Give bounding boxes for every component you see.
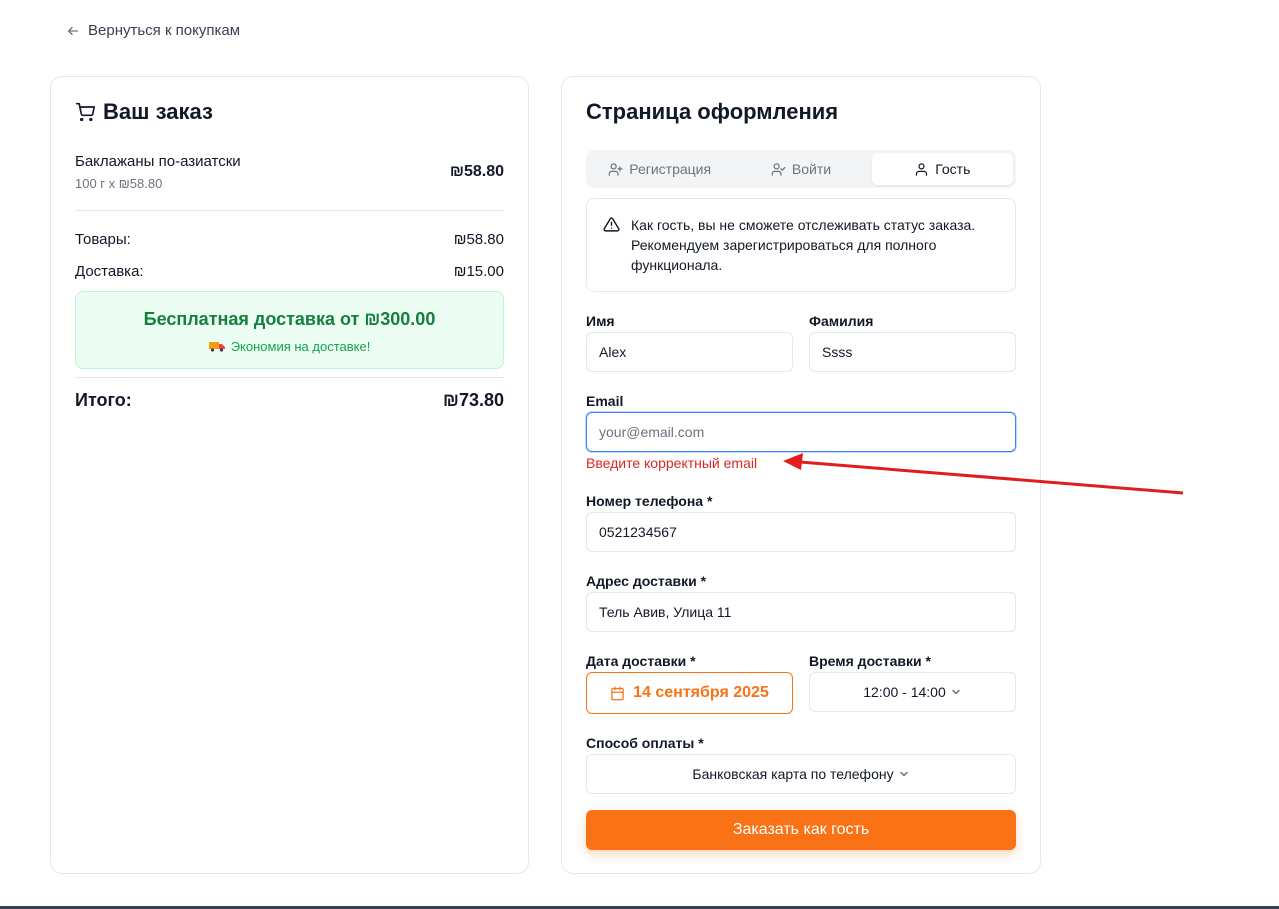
free-delivery-sub-text: Экономия на доставке! xyxy=(230,339,371,354)
tab-login-label: Войти xyxy=(791,161,832,177)
user-plus-icon xyxy=(608,162,623,176)
user-icon xyxy=(916,162,928,176)
email-error: Введите корректный email xyxy=(586,455,758,471)
calendar-icon xyxy=(611,686,624,700)
delivery-date-value: 14 сентября 2025 xyxy=(633,684,769,701)
goods-value: ₪58.80 xyxy=(453,231,504,248)
goods-label: Товары: xyxy=(75,231,131,248)
auth-tabs: Регистрация Войти Гость xyxy=(586,150,1016,188)
email-label: Email xyxy=(586,393,624,409)
delivery-time-label: Время доставки * xyxy=(809,653,931,669)
tab-guest[interactable]: Гость xyxy=(871,153,1013,185)
item-price: ₪58.80 xyxy=(449,163,504,180)
arrow-left-icon xyxy=(67,26,79,35)
divider xyxy=(75,210,504,211)
free-delivery-subtitle: Экономия на доставке! xyxy=(76,339,503,354)
first-name-label: Имя xyxy=(586,313,615,329)
divider xyxy=(75,377,504,378)
tab-register[interactable]: Регистрация xyxy=(589,153,730,185)
delivery-time-select[interactable]: 12:00 - 14:00 xyxy=(809,672,1016,712)
phone-input[interactable] xyxy=(586,512,1016,552)
goods-row: Товары: ₪58.80 xyxy=(75,231,504,248)
guest-notice: Как гость, вы не сможете отслеживать ста… xyxy=(586,198,1016,292)
payment-method-value: Банковская карта по телефону xyxy=(692,766,894,782)
payment-method-select[interactable]: Банковская карта по телефону xyxy=(586,754,1016,794)
order-summary-card: Ваш заказ Баклажаны по-азиатски 100 г x … xyxy=(50,76,529,874)
payment-label: Способ оплаты * xyxy=(586,735,704,751)
order-title: Ваш заказ xyxy=(75,99,213,125)
delivery-time-value: 12:00 - 14:00 xyxy=(863,684,946,700)
total-value: ₪73.80 xyxy=(443,390,504,410)
tab-register-label: Регистрация xyxy=(629,161,712,177)
back-link-label: Вернуться к покупкам xyxy=(88,22,241,39)
warning-icon xyxy=(603,217,620,232)
chevron-down-icon xyxy=(899,771,908,777)
delivery-date-picker[interactable]: 14 сентября 2025 xyxy=(586,672,793,714)
item-quantity: 100 г x ₪58.80 xyxy=(75,176,163,191)
last-name-label: Фамилия xyxy=(809,313,874,329)
back-to-shopping-link[interactable]: Вернуться к покупкам xyxy=(66,22,240,39)
tab-guest-label: Гость xyxy=(935,161,971,177)
total-label: Итого: xyxy=(75,390,132,410)
order-title-text: Ваш заказ xyxy=(103,99,213,124)
tab-login[interactable]: Войти xyxy=(730,153,871,185)
first-name-input[interactable] xyxy=(586,332,793,372)
checkout-card: Страница оформления Регистрация Войти Го… xyxy=(561,76,1041,874)
order-as-guest-button[interactable]: Заказать как гость xyxy=(586,810,1016,850)
truck-icon xyxy=(208,342,225,352)
delivery-label: Доставка: xyxy=(75,263,144,280)
delivery-row: Доставка: ₪15.00 xyxy=(75,263,504,280)
page-title: Страница оформления xyxy=(586,99,839,124)
user-check-icon xyxy=(771,162,786,176)
item-name: Баклажаны по-азиатски xyxy=(75,153,241,170)
total-row: Итого: ₪73.80 xyxy=(75,390,504,411)
chevron-down-icon xyxy=(952,689,960,695)
free-delivery-title: Бесплатная доставка от ₪300.00 xyxy=(143,309,436,329)
phone-label: Номер телефона * xyxy=(586,493,713,509)
cart-icon xyxy=(75,102,95,122)
address-label: Адрес доставки * xyxy=(586,573,707,589)
email-input[interactable] xyxy=(586,412,1016,452)
address-input[interactable] xyxy=(586,592,1016,632)
order-item: Баклажаны по-азиатски 100 г x ₪58.80 ₪58… xyxy=(75,153,504,211)
delivery-value: ₪15.00 xyxy=(453,263,504,280)
last-name-input[interactable] xyxy=(809,332,1016,372)
delivery-date-label: Дата доставки * xyxy=(586,653,696,669)
guest-notice-text: Как гость, вы не сможете отслеживать ста… xyxy=(631,217,976,273)
free-delivery-banner: Бесплатная доставка от ₪300.00 Экономия … xyxy=(75,291,504,369)
